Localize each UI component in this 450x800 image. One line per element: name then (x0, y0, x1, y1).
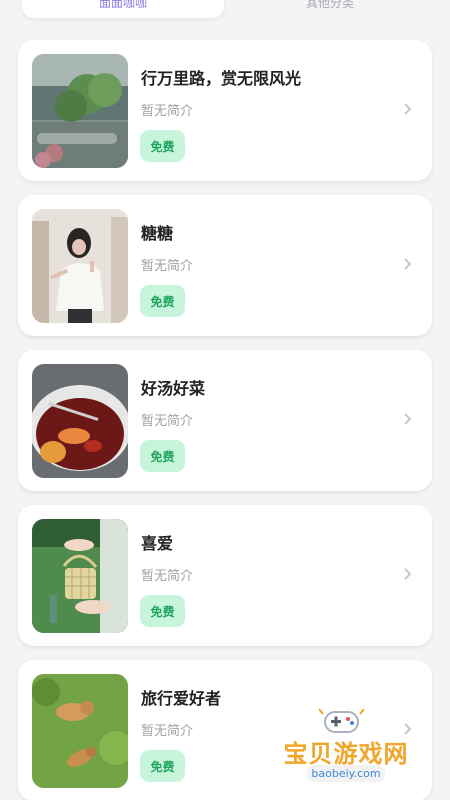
tab-category-2[interactable]: 其他分类 (240, 0, 420, 18)
album-title: 旅行爱好者 (141, 689, 222, 708)
album-card[interactable]: 喜爱 暂无简介 免费 (18, 505, 432, 646)
album-description: 暂无简介 (141, 259, 194, 274)
album-title: 好汤好菜 (141, 379, 206, 398)
free-badge: 免费 (140, 750, 185, 782)
site-watermark: 宝贝游戏网 baobeiy.com (272, 704, 420, 800)
album-thumbnail (32, 54, 128, 168)
app-screen: 面面咖咖 其他分类 行万里路，赏无限风光 暂无简介 免费 糖糖 暂无简介 免费 … (0, 0, 450, 800)
album-description: 暂无简介 (141, 724, 194, 739)
album-card[interactable]: 好汤好菜 暂无简介 免费 (18, 350, 432, 491)
album-title: 喜爱 (141, 534, 174, 553)
gamepad-icon (318, 706, 365, 737)
tab-category-1[interactable]: 面面咖咖 (22, 0, 224, 18)
tab-label: 面面咖咖 (98, 0, 147, 10)
free-badge: 免费 (140, 285, 185, 317)
album-card[interactable]: 糖糖 暂无简介 免费 (18, 195, 432, 336)
album-description: 暂无简介 (141, 104, 194, 119)
album-list: 行万里路，赏无限风光 暂无简介 免费 糖糖 暂无简介 免费 好汤好菜 暂无简介 … (18, 40, 432, 800)
album-card[interactable]: 行万里路，赏无限风光 暂无简介 免费 (18, 40, 432, 181)
free-badge: 免费 (140, 130, 185, 162)
album-title: 行万里路，赏无限风光 (141, 69, 302, 88)
album-description: 暂无简介 (141, 414, 194, 429)
watermark-url: baobeiy.com (307, 765, 385, 782)
free-badge: 免费 (140, 595, 185, 627)
album-thumbnail (32, 209, 128, 323)
chevron-right-icon (403, 567, 412, 581)
album-thumbnail (32, 674, 128, 788)
free-badge: 免费 (140, 440, 185, 472)
album-thumbnail (32, 364, 128, 478)
chevron-right-icon (403, 257, 412, 271)
album-description: 暂无简介 (141, 569, 194, 584)
tab-label: 其他分类 (305, 0, 354, 10)
album-thumbnail (32, 519, 128, 633)
chevron-right-icon (403, 412, 412, 426)
chevron-right-icon (403, 102, 412, 116)
album-title: 糖糖 (141, 224, 174, 243)
category-tabs: 面面咖咖 其他分类 (0, 0, 450, 18)
watermark-text: 宝贝游戏网 (283, 740, 409, 768)
